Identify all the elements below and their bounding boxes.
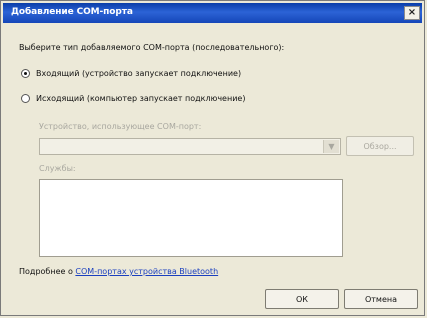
browse-button-label: Обзор... xyxy=(363,141,397,151)
device-label: Устройство, использующее COM-порт: xyxy=(39,122,202,131)
radio-outgoing[interactable]: Исходящий (компьютер запускает подключен… xyxy=(21,94,245,103)
port-type-prompt: Выберите тип добавляемого COM-порта (пос… xyxy=(19,43,285,52)
radio-outgoing-indicator[interactable] xyxy=(21,94,30,103)
cancel-button-label: Отмена xyxy=(364,294,398,304)
radio-incoming-label: Входящий (устройство запускает подключен… xyxy=(36,69,242,78)
radio-incoming[interactable]: Входящий (устройство запускает подключен… xyxy=(21,69,241,78)
close-icon: × xyxy=(407,7,417,18)
radio-outgoing-label: Исходящий (компьютер запускает подключен… xyxy=(36,94,246,103)
chevron-down-icon: ▼ xyxy=(323,140,339,153)
add-com-port-dialog: Добавление COM-порта × Выберите тип доба… xyxy=(0,0,425,316)
title-bar: Добавление COM-порта × xyxy=(3,3,422,23)
footer-text: Подробнее о COM-портах устройства Blueto… xyxy=(19,267,218,276)
service-label: Службы: xyxy=(39,164,76,173)
ok-button[interactable]: ОК xyxy=(265,289,339,309)
device-select: ▼ xyxy=(39,138,341,155)
cancel-button[interactable]: Отмена xyxy=(344,289,418,309)
bluetooth-com-help-link[interactable]: COM-портах устройства Bluetooth xyxy=(75,267,218,276)
close-button[interactable]: × xyxy=(404,6,420,20)
window-title: Добавление COM-порта xyxy=(11,7,133,17)
radio-incoming-indicator[interactable] xyxy=(21,69,30,78)
service-list[interactable] xyxy=(39,179,343,257)
footer-prefix: Подробнее о xyxy=(19,267,76,276)
ok-button-label: ОК xyxy=(296,294,308,304)
browse-button: Обзор... xyxy=(346,136,414,156)
